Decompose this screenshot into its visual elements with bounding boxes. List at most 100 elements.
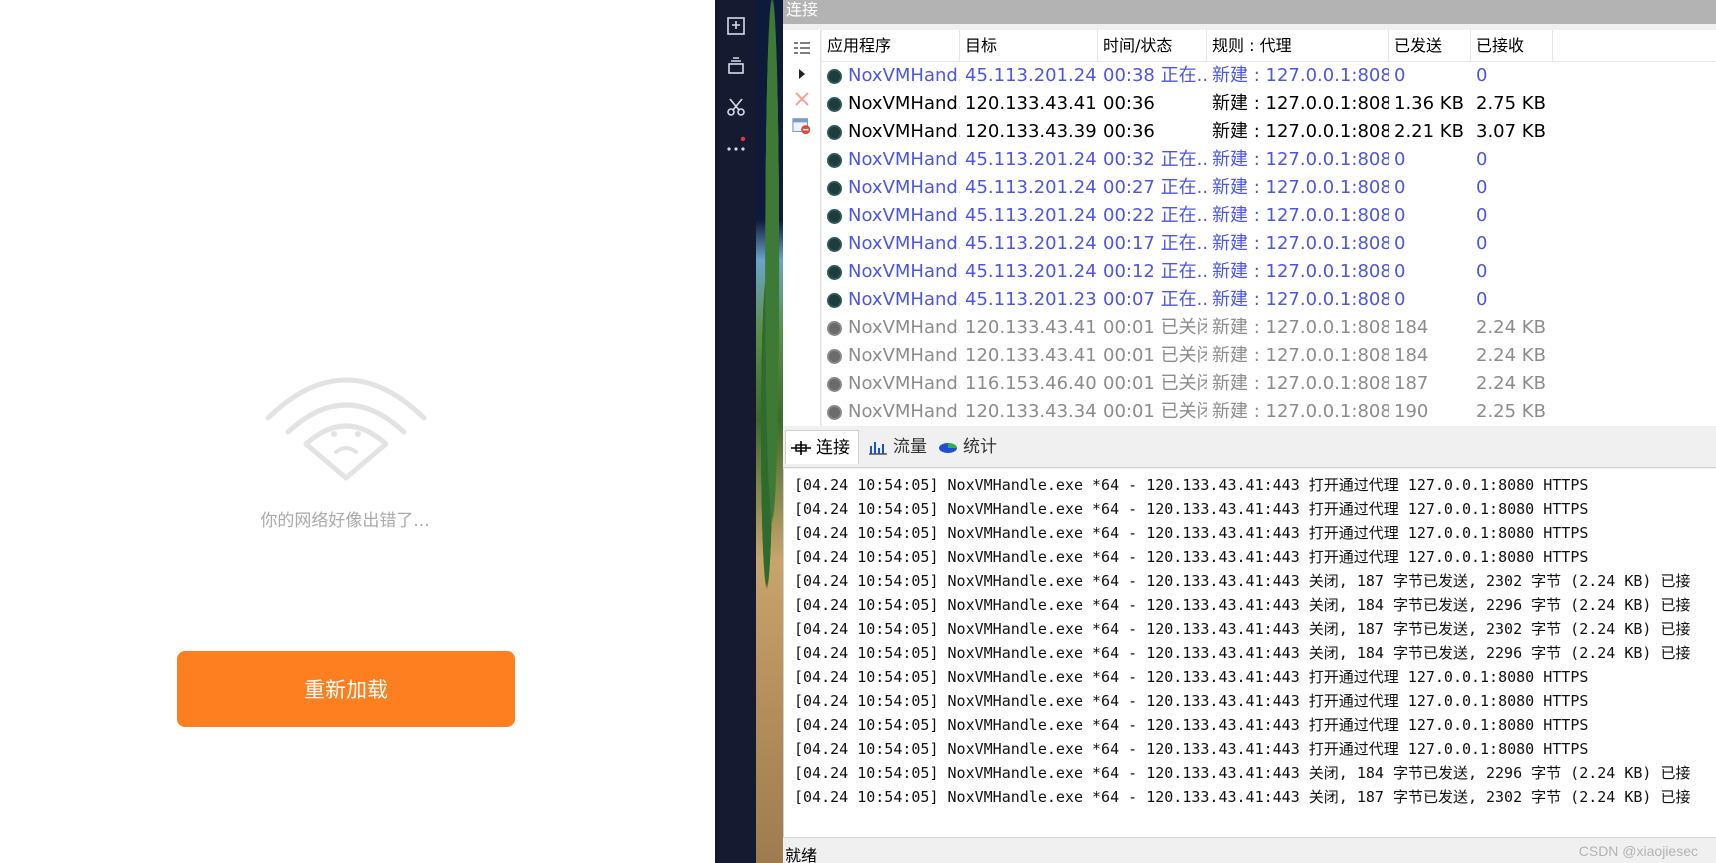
table-row[interactable]: NoxVMHand...120.133.43.41:...00:36 新建 : 1… xyxy=(822,90,1716,118)
cell-time-status: 00:07 正在... xyxy=(1098,286,1207,314)
cell-rule-text: 新建 : 127.0.0.1:8080... xyxy=(1212,233,1389,254)
cell-time-status-text: 00:01 已关闭 xyxy=(1103,317,1207,338)
table-row[interactable]: NoxVMHand...120.133.43.34:...00:01 已关闭新建… xyxy=(822,398,1716,426)
cell-rule: 新建 : 127.0.0.1:8080... xyxy=(1207,62,1389,90)
cell-rule-text: 新建 : 127.0.0.1:8080... xyxy=(1212,65,1389,86)
cell-app: NoxVMHand... xyxy=(822,118,960,146)
cell-target-text: 120.133.43.41:... xyxy=(965,93,1098,114)
cell-sent: 0 xyxy=(1389,62,1471,90)
desktop-wallpaper xyxy=(756,0,783,863)
app-process-icon xyxy=(827,265,842,280)
table-row[interactable]: NoxVMHand...45.113.201.23...00:07 正在...新… xyxy=(822,286,1716,314)
table-row[interactable]: NoxVMHand...120.133.43.41:...00:01 已关闭新建… xyxy=(822,314,1716,342)
table-row[interactable]: NoxVMHand...120.133.43.41:...00:01 已关闭新建… xyxy=(822,342,1716,370)
block-app-icon[interactable] xyxy=(792,116,812,136)
log-line: [04.24 10:54:05] NoxVMHandle.exe *64 - 1… xyxy=(794,692,1589,710)
cell-sent-text: 0 xyxy=(1394,261,1406,282)
cell-target-text: 120.133.43.39:... xyxy=(965,121,1098,142)
cell-received: 0 xyxy=(1471,62,1553,90)
tab-traffic[interactable]: 流量 xyxy=(863,430,931,464)
reload-button[interactable]: 重新加载 xyxy=(177,651,515,727)
log-line: [04.24 10:54:05] NoxVMHandle.exe *64 - 1… xyxy=(794,740,1589,758)
cell-time-status-text: 00:01 已关闭 xyxy=(1103,345,1207,366)
cell-rule-text: 新建 : 127.0.0.1:8080... xyxy=(1212,373,1389,394)
cell-target-text: 45.113.201.24... xyxy=(965,205,1098,226)
network-error-message: 你的网络好像出错了... xyxy=(260,511,430,531)
cell-rule: 新建 : 127.0.0.1:8080... xyxy=(1207,90,1389,118)
column-header-target[interactable]: 目标 xyxy=(960,30,1098,62)
cell-rule: 新建 : 127.0.0.1:8080... xyxy=(1207,286,1389,314)
log-line: [04.24 10:54:05] NoxVMHandle.exe *64 - 1… xyxy=(794,476,1589,494)
table-row[interactable]: NoxVMHand...120.133.43.39:...00:36 新建 : 1… xyxy=(822,118,1716,146)
cell-received: 0 xyxy=(1471,286,1553,314)
cell-received-text: 3.07 KB xyxy=(1476,121,1546,142)
column-header-rule[interactable]: 规则 : 代理 xyxy=(1207,30,1389,62)
cell-received-text: 2.25 KB xyxy=(1476,401,1546,422)
cell-app-text: NoxVMHand... xyxy=(848,121,960,142)
cell-received: 3.07 KB xyxy=(1471,118,1553,146)
column-header-sent[interactable]: 已发送 xyxy=(1389,30,1471,62)
connections-table: 应用程序 目标 时间/状态 规则 : 代理 已发送 已接收 NoxVMHand.… xyxy=(822,30,1716,426)
cell-app: NoxVMHand... xyxy=(822,174,960,202)
column-header-received[interactable]: 已接收 xyxy=(1471,30,1553,62)
connections-title: 连接 xyxy=(783,0,1716,24)
cell-rule-text: 新建 : 127.0.0.1:8080... xyxy=(1212,177,1389,198)
app-process-icon xyxy=(827,321,842,336)
cell-rule-text: 新建 : 127.0.0.1:8080... xyxy=(1212,261,1389,282)
cell-time-status: 00:36 xyxy=(1098,90,1207,118)
cell-received-text: 0 xyxy=(1476,205,1488,226)
tab-connections[interactable]: 连接 xyxy=(785,430,859,464)
scissors-icon[interactable] xyxy=(726,97,746,117)
cell-sent: 1.36 KB xyxy=(1389,90,1471,118)
log-panel[interactable]: [04.24 10:54:05] NoxVMHandle.exe *64 - 1… xyxy=(783,469,1716,837)
cell-time-status-text: 00:01 已关闭 xyxy=(1103,401,1207,422)
watermark: CSDN @xiaojiesec xyxy=(1578,843,1698,859)
close-connection-icon[interactable] xyxy=(792,89,812,109)
cell-app-text: NoxVMHand... xyxy=(848,65,960,86)
cell-received-text: 0 xyxy=(1476,261,1488,282)
column-header-time[interactable]: 时间/状态 xyxy=(1098,30,1207,62)
cell-time-status-text: 00:32 正在... xyxy=(1103,149,1207,170)
cell-sent: 0 xyxy=(1389,286,1471,314)
cell-sent: 184 xyxy=(1389,314,1471,342)
tab-statistics-label: 统计 xyxy=(963,437,997,457)
cell-sent: 0 xyxy=(1389,202,1471,230)
table-row[interactable]: NoxVMHand...45.113.201.24...00:22 正在...新… xyxy=(822,202,1716,230)
apk-install-icon[interactable] xyxy=(726,16,746,36)
cell-rule: 新建 : 127.0.0.1:8080... xyxy=(1207,202,1389,230)
tab-statistics[interactable]: 统计 xyxy=(933,430,1005,464)
cell-app: NoxVMHand... xyxy=(822,398,960,426)
cell-target: 120.133.43.39:... xyxy=(960,118,1098,146)
cell-time-status-text: 00:38 正在... xyxy=(1103,65,1207,86)
pie-chart-icon xyxy=(939,443,957,453)
cell-target-text: 116.153.46.40:... xyxy=(965,373,1098,394)
cell-rule: 新建 : 127.0.0.1:8080... xyxy=(1207,342,1389,370)
cell-app: NoxVMHand... xyxy=(822,146,960,174)
expand-arrow-icon[interactable] xyxy=(792,64,812,84)
cell-received-text: 0 xyxy=(1476,289,1488,310)
table-row[interactable]: NoxVMHand...45.113.201.24...00:27 正在...新… xyxy=(822,174,1716,202)
table-row[interactable]: NoxVMHand...45.113.201.24...00:32 正在...新… xyxy=(822,146,1716,174)
cell-app: NoxVMHand... xyxy=(822,258,960,286)
cell-time-status: 00:01 已关闭 xyxy=(1098,314,1207,342)
table-row[interactable]: NoxVMHand...45.113.201.24...00:12 正在...新… xyxy=(822,258,1716,286)
cell-target: 45.113.201.24... xyxy=(960,230,1098,258)
more-icon[interactable] xyxy=(726,136,746,156)
cell-rule: 新建 : 127.0.0.1:8080... xyxy=(1207,118,1389,146)
cell-sent-text: 0 xyxy=(1394,205,1406,226)
cell-received: 2.24 KB xyxy=(1471,314,1553,342)
connection-icon xyxy=(791,440,811,455)
table-row[interactable]: NoxVMHand...45.113.201.24...00:17 正在...新… xyxy=(822,230,1716,258)
multi-window-icon[interactable] xyxy=(726,56,746,76)
table-row[interactable]: NoxVMHand...116.153.46.40:...00:01 已关闭新建… xyxy=(822,370,1716,398)
cell-target-text: 45.113.201.24... xyxy=(965,233,1098,254)
app-process-icon xyxy=(827,405,842,420)
column-header-app[interactable]: 应用程序 xyxy=(822,30,960,62)
log-line: [04.24 10:54:05] NoxVMHandle.exe *64 - 1… xyxy=(794,788,1691,806)
tab-connections-label: 连接 xyxy=(816,437,850,458)
cell-received: 2.24 KB xyxy=(1471,370,1553,398)
table-row[interactable]: NoxVMHand...45.113.201.24...00:38 正在...新… xyxy=(822,62,1716,90)
columns-icon[interactable] xyxy=(792,38,812,58)
app-process-icon xyxy=(827,377,842,392)
app-process-icon xyxy=(827,97,842,112)
